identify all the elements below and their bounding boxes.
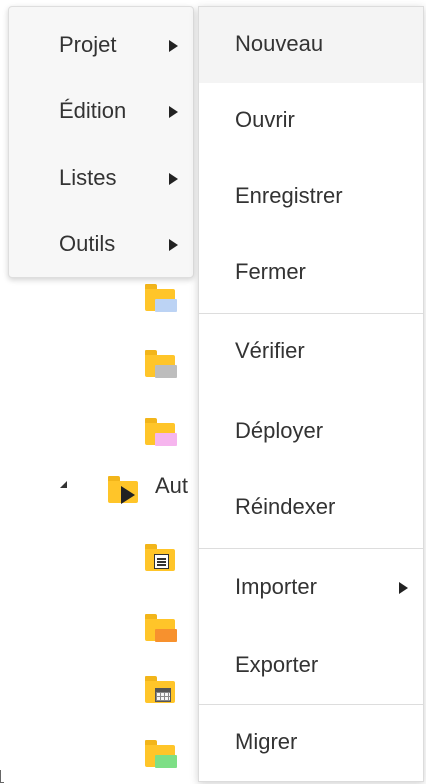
submenu-item-label: Nouveau bbox=[235, 31, 324, 56]
folder-blue-icon[interactable] bbox=[145, 284, 177, 312]
submenu-item-label: Enregistrer bbox=[235, 183, 343, 208]
submenu-item-enregistrer[interactable]: Enregistrer bbox=[199, 159, 423, 235]
caret-right-icon bbox=[169, 173, 178, 185]
menu-item-edition[interactable]: Édition bbox=[9, 78, 193, 142]
submenu-item-deployer[interactable]: Déployer bbox=[199, 394, 423, 470]
submenu-projet: Nouveau Ouvrir Enregistrer Fermer Vérifi… bbox=[198, 6, 424, 782]
tree-node-label[interactable]: Aut bbox=[155, 473, 188, 499]
submenu-item-reindexer[interactable]: Réindexer bbox=[199, 470, 423, 546]
menu-item-outils[interactable]: Outils bbox=[9, 211, 193, 275]
caret-right-icon bbox=[169, 40, 178, 52]
submenu-item-verifier[interactable]: Vérifier bbox=[199, 314, 423, 390]
caret-right-icon bbox=[169, 106, 178, 118]
caret-right-icon bbox=[399, 582, 408, 594]
submenu-item-nouveau[interactable]: Nouveau bbox=[199, 7, 423, 83]
menu-item-label: Outils bbox=[59, 231, 116, 256]
submenu-item-fermer[interactable]: Fermer bbox=[199, 235, 423, 311]
submenu-item-migrer[interactable]: Migrer bbox=[199, 705, 423, 781]
submenu-item-label: Déployer bbox=[235, 418, 324, 443]
submenu-item-label: Vérifier bbox=[235, 338, 305, 363]
folder-gray-icon[interactable] bbox=[145, 350, 177, 378]
menu-item-label: Projet bbox=[59, 32, 117, 57]
submenu-item-label: Fermer bbox=[235, 259, 306, 284]
menu-item-projet[interactable]: Projet bbox=[9, 12, 193, 76]
caret-right-icon bbox=[169, 239, 178, 251]
folder-calendar-icon[interactable] bbox=[145, 676, 177, 704]
menu-item-listes[interactable]: Listes bbox=[9, 145, 193, 209]
folder-document-icon[interactable] bbox=[145, 544, 177, 572]
submenu-item-label: Exporter bbox=[235, 652, 319, 677]
submenu-item-label: Migrer bbox=[235, 729, 298, 754]
submenu-item-ouvrir[interactable]: Ouvrir bbox=[199, 83, 423, 159]
submenu-item-importer[interactable]: Importer bbox=[199, 550, 423, 626]
menu-item-label: Listes bbox=[59, 165, 117, 190]
menu-divider bbox=[199, 548, 423, 549]
main-menu: Projet Édition Listes Outils bbox=[8, 6, 194, 278]
tree-expand-icon[interactable] bbox=[60, 481, 67, 488]
tree-guide-line bbox=[0, 770, 4, 783]
submenu-item-label: Ouvrir bbox=[235, 107, 295, 132]
submenu-item-exporter[interactable]: Exporter bbox=[199, 628, 423, 704]
folder-orange-icon[interactable] bbox=[145, 614, 177, 642]
folder-pink-icon[interactable] bbox=[145, 418, 177, 446]
folder-green-icon[interactable] bbox=[145, 740, 177, 768]
submenu-item-label: Réindexer bbox=[235, 494, 336, 519]
menu-item-label: Édition bbox=[59, 98, 127, 123]
submenu-item-label: Importer bbox=[235, 574, 317, 599]
folder-play-icon[interactable] bbox=[108, 476, 140, 504]
